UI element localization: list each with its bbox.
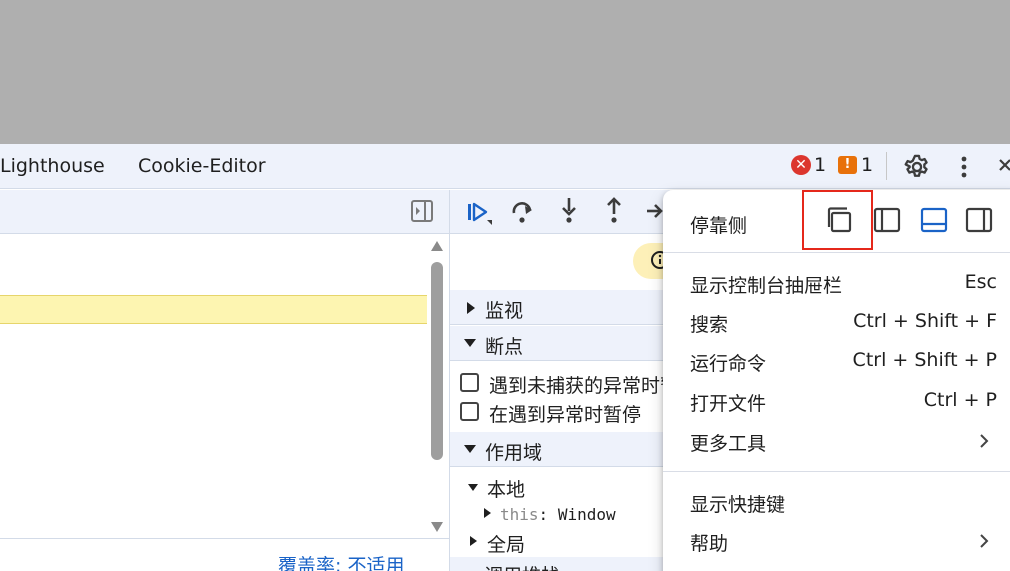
undock-into-separate-window-icon[interactable] xyxy=(822,201,860,239)
menu-item-shortcut: Ctrl + Shift + P xyxy=(852,349,997,371)
dock-to-bottom-icon[interactable] xyxy=(915,201,953,239)
section-callstack[interactable]: 调用堆栈 xyxy=(450,557,670,571)
menu-item-show-console-drawer[interactable]: 显示控制台抽屉栏 Esc xyxy=(663,264,1010,302)
menu-item-more-tools[interactable]: 更多工具 xyxy=(663,422,1010,460)
toggle-sidebar-icon[interactable] xyxy=(410,199,434,223)
menu-separator xyxy=(663,471,1010,472)
expanded-arrow-icon[interactable] xyxy=(464,445,476,453)
menu-item-shortcut: Ctrl + P xyxy=(923,389,997,411)
step-icon[interactable] xyxy=(646,202,664,222)
step-into-icon[interactable] xyxy=(558,196,580,224)
menu-item-search[interactable]: 搜索 Ctrl + Shift + F xyxy=(663,303,1010,341)
expanded-arrow-icon[interactable] xyxy=(464,339,476,347)
pause-on-caught-checkbox[interactable] xyxy=(460,402,479,421)
scroll-up-icon[interactable] xyxy=(430,240,444,252)
close-icon[interactable] xyxy=(998,157,1010,177)
menu-item-label: 运行命令 xyxy=(690,353,767,375)
tab-lighthouse[interactable]: Lighthouse xyxy=(0,155,105,177)
scope-local[interactable]: 本地 xyxy=(487,475,525,502)
dock-side-label: 停靠侧 xyxy=(690,215,748,237)
scrollbar-thumb[interactable] xyxy=(431,262,443,460)
pause-on-uncaught-label[interactable]: 遇到未捕获的异常时暂停 xyxy=(489,371,664,398)
step-out-icon[interactable] xyxy=(603,196,625,224)
section-breakpoints-label[interactable]: 断点 xyxy=(485,332,523,359)
menu-item-label: 打开文件 xyxy=(690,393,767,415)
dock-to-right-icon[interactable] xyxy=(960,201,998,239)
error-icon[interactable]: ✕ xyxy=(791,155,811,175)
pause-on-uncaught-checkbox[interactable] xyxy=(460,373,479,392)
menu-item-label: 更多工具 xyxy=(690,433,767,455)
page-viewport xyxy=(0,0,1010,144)
chevron-right-icon xyxy=(980,434,989,448)
menu-item-help[interactable]: 帮助 xyxy=(663,522,1010,560)
warning-icon[interactable]: ! xyxy=(838,156,857,174)
section-watch-label[interactable]: 监视 xyxy=(485,296,523,323)
more-options-icon[interactable] xyxy=(952,154,976,180)
scope-this-entry[interactable]: this: Window xyxy=(500,505,616,524)
coverage-status[interactable]: 覆盖率: 不适用 xyxy=(278,551,404,571)
menu-item-shortcut: Esc xyxy=(964,271,997,293)
tab-cookie-editor[interactable]: Cookie-Editor xyxy=(138,155,266,177)
collapsed-arrow-icon[interactable] xyxy=(470,536,477,546)
step-over-icon[interactable] xyxy=(510,199,536,225)
pane-divider[interactable] xyxy=(449,190,450,571)
collapsed-arrow-icon[interactable] xyxy=(467,302,475,314)
section-watch[interactable] xyxy=(450,290,670,325)
scope-this-value: Window xyxy=(557,505,616,524)
menu-item-shortcut: Ctrl + Shift + F xyxy=(853,310,997,332)
expanded-arrow-icon[interactable] xyxy=(468,484,478,491)
dock-to-left-icon[interactable] xyxy=(868,201,906,239)
menu-separator xyxy=(663,252,1010,253)
scope-this-separator: : xyxy=(538,505,549,524)
toolbar-separator xyxy=(886,152,887,180)
error-count[interactable]: 1 xyxy=(814,154,826,176)
code-editor[interactable] xyxy=(0,234,450,538)
scope-this-key: this xyxy=(500,505,539,524)
menu-item-label: 显示快捷键 xyxy=(690,494,786,516)
resume-icon[interactable] xyxy=(466,200,494,226)
editor-toolbar xyxy=(0,190,450,234)
menu-item-label: 显示控制台抽屉栏 xyxy=(690,275,843,297)
section-scope-label[interactable]: 作用域 xyxy=(485,438,542,465)
pause-on-caught-label[interactable]: 在遇到异常时暂停 xyxy=(489,400,641,427)
menu-item-label: 搜索 xyxy=(690,314,729,336)
paused-line-highlight xyxy=(0,295,427,324)
scope-global[interactable]: 全局 xyxy=(487,530,525,557)
menu-item-shortcuts[interactable]: 显示快捷键 xyxy=(663,483,1010,521)
menu-item-run-command[interactable]: 运行命令 Ctrl + Shift + P xyxy=(663,342,1010,380)
section-scope[interactable] xyxy=(450,432,670,467)
collapsed-arrow-icon[interactable] xyxy=(484,508,491,518)
menu-item-label: 帮助 xyxy=(690,533,729,555)
section-callstack-label[interactable]: 调用堆栈 xyxy=(484,561,560,571)
warning-count[interactable]: 1 xyxy=(861,154,873,176)
section-breakpoints[interactable] xyxy=(450,326,670,361)
scroll-down-icon[interactable] xyxy=(430,521,444,533)
settings-gear-icon[interactable] xyxy=(903,153,931,181)
chevron-right-icon xyxy=(980,534,989,548)
menu-item-open-file[interactable]: 打开文件 Ctrl + P xyxy=(663,382,1010,420)
